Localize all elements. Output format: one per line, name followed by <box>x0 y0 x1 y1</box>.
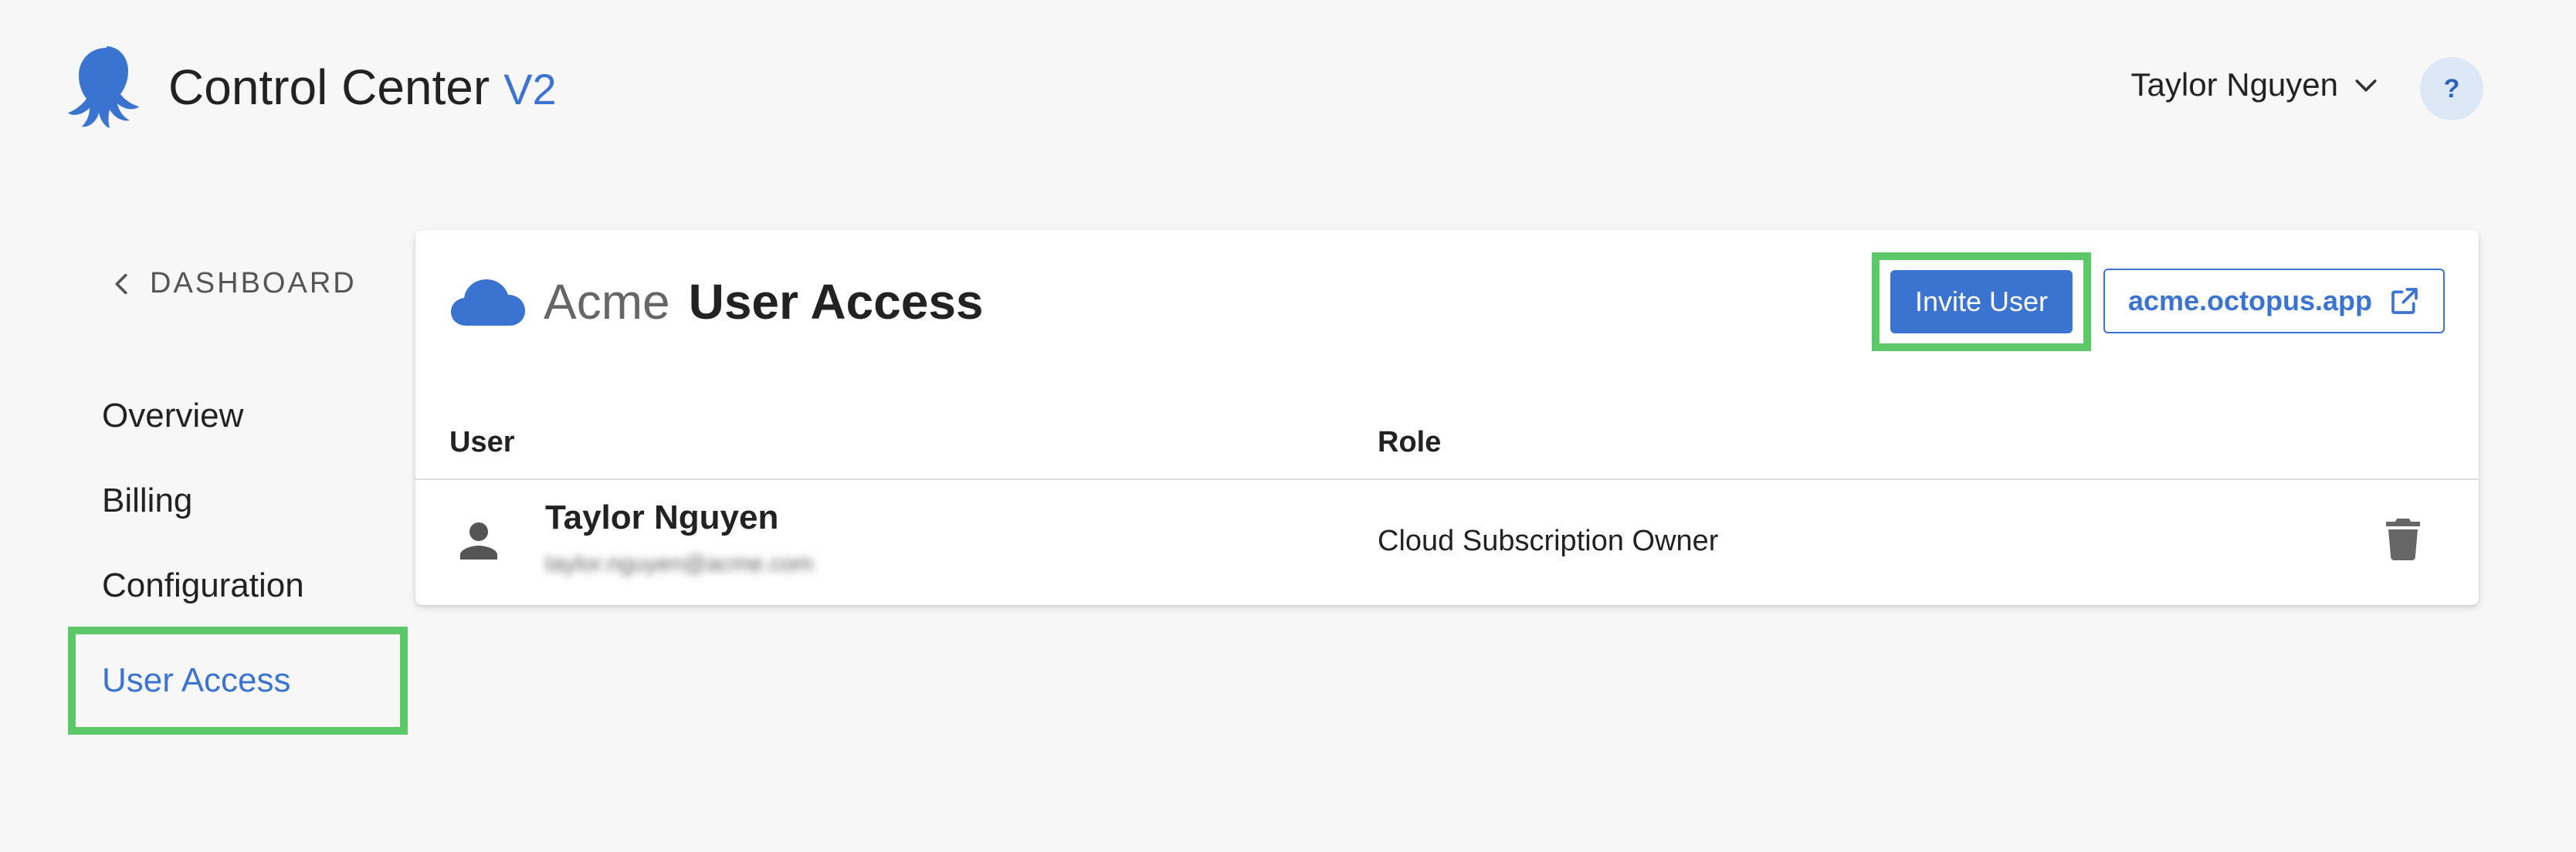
chevron-down-icon <box>2355 79 2377 92</box>
sidebar-item-user-access[interactable]: User Access <box>68 627 408 735</box>
column-header-role: Role <box>1378 426 1442 458</box>
invite-highlight: Invite User <box>1872 252 2091 351</box>
chevron-left-icon <box>115 273 127 294</box>
card-header: Acme User Access <box>449 273 984 330</box>
trash-icon[interactable] <box>2386 519 2420 560</box>
user-role: Cloud Subscription Owner <box>1378 525 1719 557</box>
sidebar-nav: Overview Billing Configuration User Acce… <box>68 374 408 735</box>
app-title: Control Center V2 <box>168 59 557 116</box>
sidebar-item-configuration[interactable]: Configuration <box>68 543 408 628</box>
user-menu[interactable]: Taylor Nguyen <box>2131 66 2381 103</box>
page-title: User Access <box>688 274 984 330</box>
app-name: Control Center <box>168 59 490 115</box>
cloud-icon <box>451 279 525 326</box>
user-menu-label: Taylor Nguyen <box>2130 66 2338 103</box>
user-email: taylor.nguyen@acme.com <box>545 551 814 576</box>
sidebar-item-billing[interactable]: Billing <box>68 458 408 543</box>
instance-link-label: acme.octopus.app <box>2127 285 2373 316</box>
column-header-user: User <box>449 426 515 458</box>
person-icon <box>460 522 497 560</box>
sidebar-item-overview[interactable]: Overview <box>68 374 408 458</box>
app-root: Control Center V2 Taylor Nguyen ? DASHBOA… <box>0 0 2576 852</box>
help-button[interactable]: ? <box>2420 57 2483 120</box>
external-link-icon <box>2391 288 2418 314</box>
instance-link[interactable]: acme.octopus.app <box>2103 269 2445 333</box>
back-link-label: DASHBOARD <box>150 267 357 299</box>
version-badge: V2 <box>503 65 557 113</box>
octopus-logo-icon <box>68 46 139 128</box>
back-to-dashboard-link[interactable]: DASHBOARD <box>110 267 357 300</box>
org-name: Acme <box>544 274 670 330</box>
invite-user-button[interactable]: Invite User <box>1890 270 2073 333</box>
user-access-card: Acme User Access Invite User acme.octopu… <box>415 230 2479 605</box>
table-row: Taylor Nguyen taylor.nguyen@acme.com Clo… <box>415 480 2479 605</box>
user-name: Taylor Nguyen <box>545 499 779 536</box>
